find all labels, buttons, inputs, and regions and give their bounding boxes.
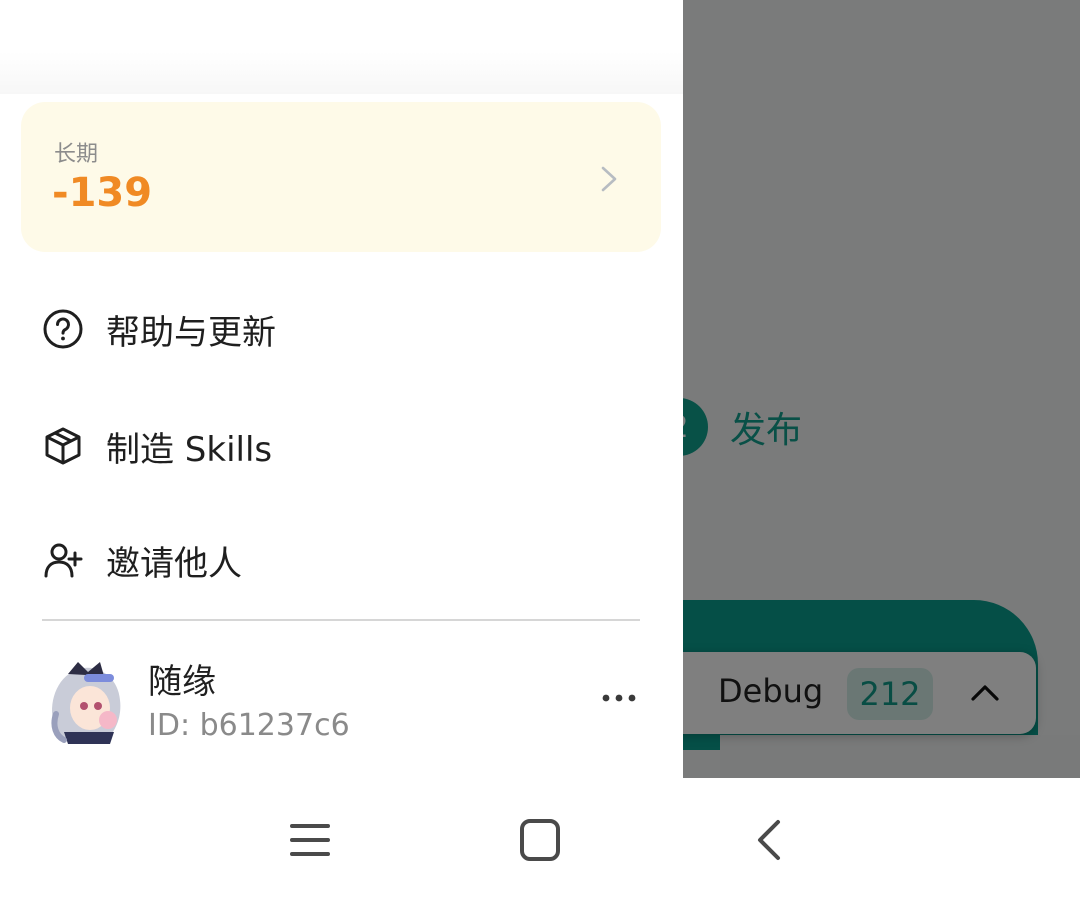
box-icon — [45, 427, 81, 465]
back-icon[interactable] — [740, 818, 800, 862]
user-plus-icon — [44, 543, 83, 578]
divider — [42, 619, 640, 621]
profile-name: 随缘 — [148, 662, 216, 702]
more-horizontal-icon[interactable] — [598, 682, 642, 712]
avatar[interactable] — [44, 654, 128, 744]
menu-item-invite[interactable]: 邀请他人 — [42, 530, 242, 590]
drawer-header — [0, 0, 683, 94]
menu-item-help[interactable]: 帮助与更新 — [42, 299, 276, 359]
navigation-bar — [0, 778, 1080, 902]
credit-value: -139 — [52, 170, 153, 216]
home-icon[interactable] — [510, 818, 570, 862]
menu-item-label: 帮助与更新 — [106, 312, 276, 353]
profile-id: ID: b61237c6 — [148, 708, 350, 743]
menu-item-skills[interactable]: 制造 Skills — [42, 416, 272, 476]
menu-item-label: 邀请他人 — [106, 543, 242, 584]
menu-icon[interactable] — [280, 818, 340, 862]
chevron-right-icon — [601, 166, 617, 192]
credit-label: 长期 — [54, 142, 99, 167]
help-circle-icon — [43, 309, 83, 349]
menu-item-label: 制造 Skills — [106, 429, 273, 470]
side-drawer: 长期 -139 帮助与更新 制造 Skills 邀请他人 随缘 ID: b612… — [0, 0, 683, 778]
credit-card[interactable]: 长期 -139 — [21, 102, 661, 252]
drawer-scrim[interactable] — [683, 0, 1080, 778]
